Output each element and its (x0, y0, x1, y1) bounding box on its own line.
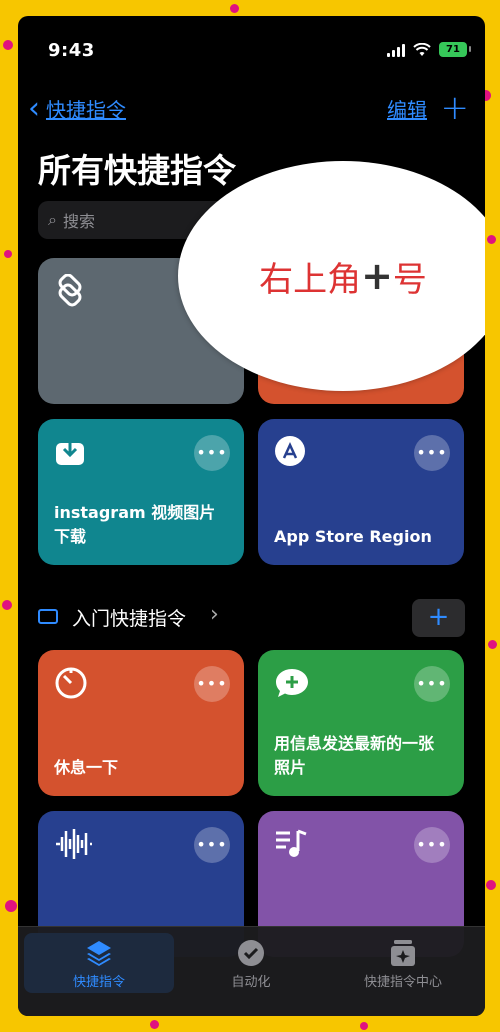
message-plus-icon (276, 669, 308, 697)
decor-dot (487, 235, 496, 244)
gallery-icon (391, 940, 415, 966)
shortcut-label: 用信息发送最新的一张照片 (274, 734, 435, 777)
tab-label: 自动化 (231, 975, 271, 990)
shortcut-card[interactable]: ••• 用信息发送最新的一张照片 (258, 650, 464, 796)
search-icon: ⌕ (48, 210, 57, 229)
more-options-button[interactable]: ••• (194, 666, 230, 702)
decor-dot (150, 1020, 159, 1029)
folder-label: 入门快捷指令 (72, 608, 187, 630)
decor-dot (488, 640, 497, 649)
decor-dot (4, 250, 12, 258)
chevron-left-icon: ‹ (28, 90, 40, 126)
tab-automation[interactable]: 自动化 (176, 933, 326, 993)
edit-button[interactable]: 编辑 (387, 94, 427, 123)
app-store-icon (275, 436, 305, 466)
more-options-button[interactable]: ••• (194, 435, 230, 471)
decor-dot (2, 600, 12, 610)
wifi-icon (413, 42, 431, 56)
back-button[interactable]: ‹ 快捷指令 (28, 90, 126, 126)
search-placeholder: 搜索 (62, 212, 95, 231)
shortcut-label: 休息一下 (54, 758, 119, 777)
timer-icon (55, 667, 87, 699)
download-icon (56, 439, 84, 465)
clock-check-icon (238, 940, 264, 966)
shortcut-label: instagram 视频图片下载 (54, 503, 216, 546)
shortcut-card[interactable]: ••• 休息一下 (38, 650, 244, 796)
music-list-icon (276, 829, 307, 857)
shortcut-card[interactable]: ••• App Store Region (258, 419, 464, 565)
more-options-button[interactable]: ••• (194, 827, 230, 863)
status-time: 9:43 (48, 40, 95, 61)
add-shortcut-button[interactable]: + (441, 88, 470, 128)
more-options-button[interactable]: ••• (414, 827, 450, 863)
more-options-button[interactable]: ••• (414, 435, 450, 471)
tab-label: 快捷指令 (72, 975, 125, 990)
back-label: 快捷指令 (46, 98, 126, 122)
callout-text: 号 (392, 259, 427, 300)
status-icons: 71 (387, 42, 471, 57)
nav-bar: ‹ 快捷指令 编辑 + (18, 88, 485, 130)
chevron-right-icon: › (210, 602, 219, 627)
battery-icon: 71 (439, 42, 471, 57)
decor-dot (230, 4, 239, 13)
folder-icon (38, 609, 58, 624)
tab-gallery[interactable]: 快捷指令中心 (328, 933, 478, 993)
waveform-icon (56, 829, 92, 859)
page-title: 所有快捷指令 (38, 151, 236, 190)
folder-header[interactable]: 入门快捷指令 › + (38, 599, 465, 639)
signal-icon (387, 43, 405, 57)
tab-bar: 快捷指令 自动化 快捷指令中心 (18, 926, 485, 1016)
shortcuts-stack-icon (87, 941, 111, 966)
folder-add-button[interactable]: + (412, 599, 465, 637)
phone-screen: 9:43 71 ‹ 快捷指令 编辑 + 所有快捷指令 ⌕ 搜索 ••• inst… (18, 16, 485, 1016)
callout-text: 右上角 (259, 259, 362, 300)
decor-dot (360, 1022, 368, 1030)
tab-shortcuts[interactable]: 快捷指令 (24, 933, 174, 993)
callout-plus-symbol: + (361, 254, 393, 298)
shortcut-card[interactable]: ••• instagram 视频图片下载 (38, 419, 244, 565)
decor-dot (486, 880, 496, 890)
shortcuts-layers-icon (58, 274, 82, 307)
shortcut-label: App Store Region (274, 527, 432, 546)
status-bar: 9:43 71 (18, 36, 485, 66)
tab-label: 快捷指令中心 (363, 975, 442, 990)
decor-dot (3, 40, 13, 50)
more-options-button[interactable]: ••• (414, 666, 450, 702)
decor-dot (5, 900, 17, 912)
